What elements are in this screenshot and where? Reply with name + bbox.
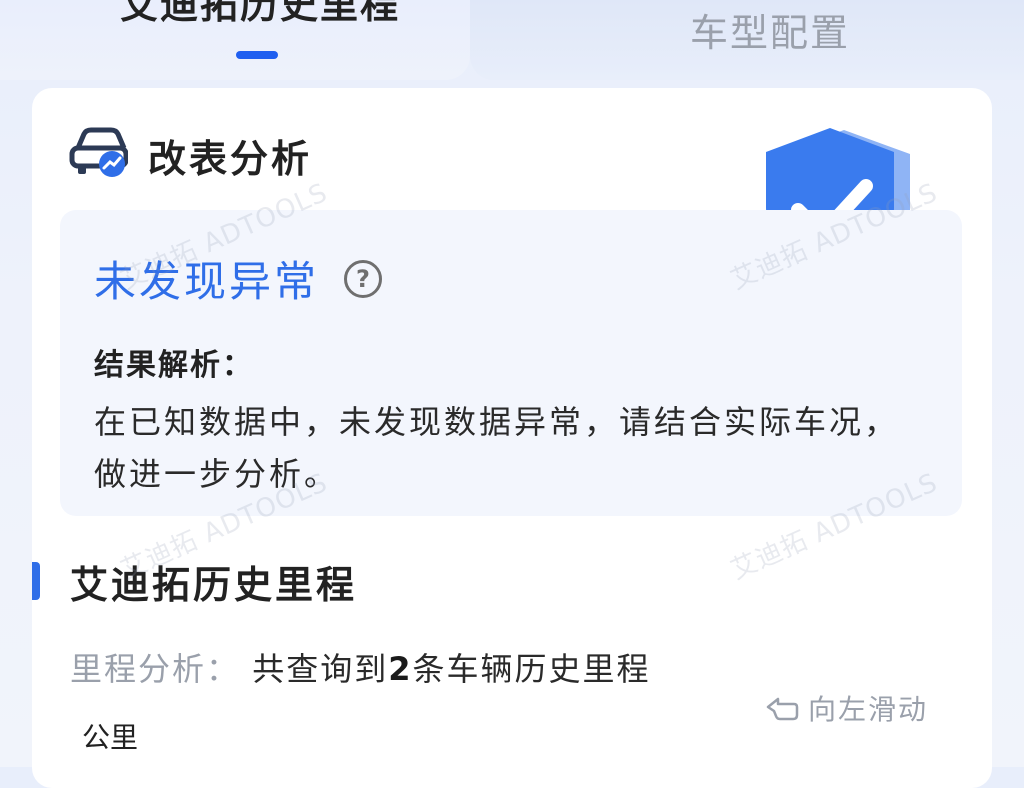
mileage-analysis-label: 里程分析： — [70, 650, 241, 688]
mileage-analysis-row: 里程分析： 共查询到2条车辆历史里程 — [70, 644, 650, 690]
active-tab-indicator — [236, 51, 278, 59]
result-text: 在已知数据中，未发现数据异常，请结合实际车况，做进一步分析。 — [94, 403, 900, 493]
result-label: 结果解析： — [94, 348, 254, 383]
mileage-analysis-prefix: 共查询到 — [252, 650, 389, 688]
tab-vehicle-config-label: 车型配置 — [689, 11, 850, 55]
mileage-history-title: 艾迪拓历史里程 — [70, 563, 358, 607]
unit-label: 公里 — [82, 721, 139, 754]
report-card: 改表分析 未发现异常 ? 结果解析： 在已知数据中，未发现数据异常，请结合实际车… — [32, 88, 992, 788]
tab-mileage-history[interactable]: 艾迪拓历史里程 — [0, 0, 470, 80]
tab-bar: 艾迪拓历史里程 车型配置 — [0, 0, 1024, 90]
section-accent-bar — [32, 562, 40, 600]
swipe-left-hand-icon — [766, 697, 799, 721]
tab-vehicle-config[interactable]: 车型配置 — [470, 0, 1024, 80]
car-chart-icon — [69, 127, 128, 177]
result-panel: 未发现异常 ? 结果解析： 在已知数据中，未发现数据异常，请结合实际车况，做进一… — [60, 210, 962, 516]
question-circle-icon[interactable]: ? — [344, 260, 382, 298]
tab-mileage-history-label: 艾迪拓历史里程 — [119, 0, 400, 27]
status-text: 未发现异常 — [94, 257, 320, 306]
mileage-record-count: 2 — [388, 650, 413, 688]
section-title: 改表分析 — [148, 137, 313, 181]
swipe-hint: 向左滑动 — [764, 688, 928, 728]
swipe-hint-label: 向左滑动 — [808, 693, 929, 726]
mileage-analysis-suffix: 条车辆历史里程 — [412, 650, 651, 688]
